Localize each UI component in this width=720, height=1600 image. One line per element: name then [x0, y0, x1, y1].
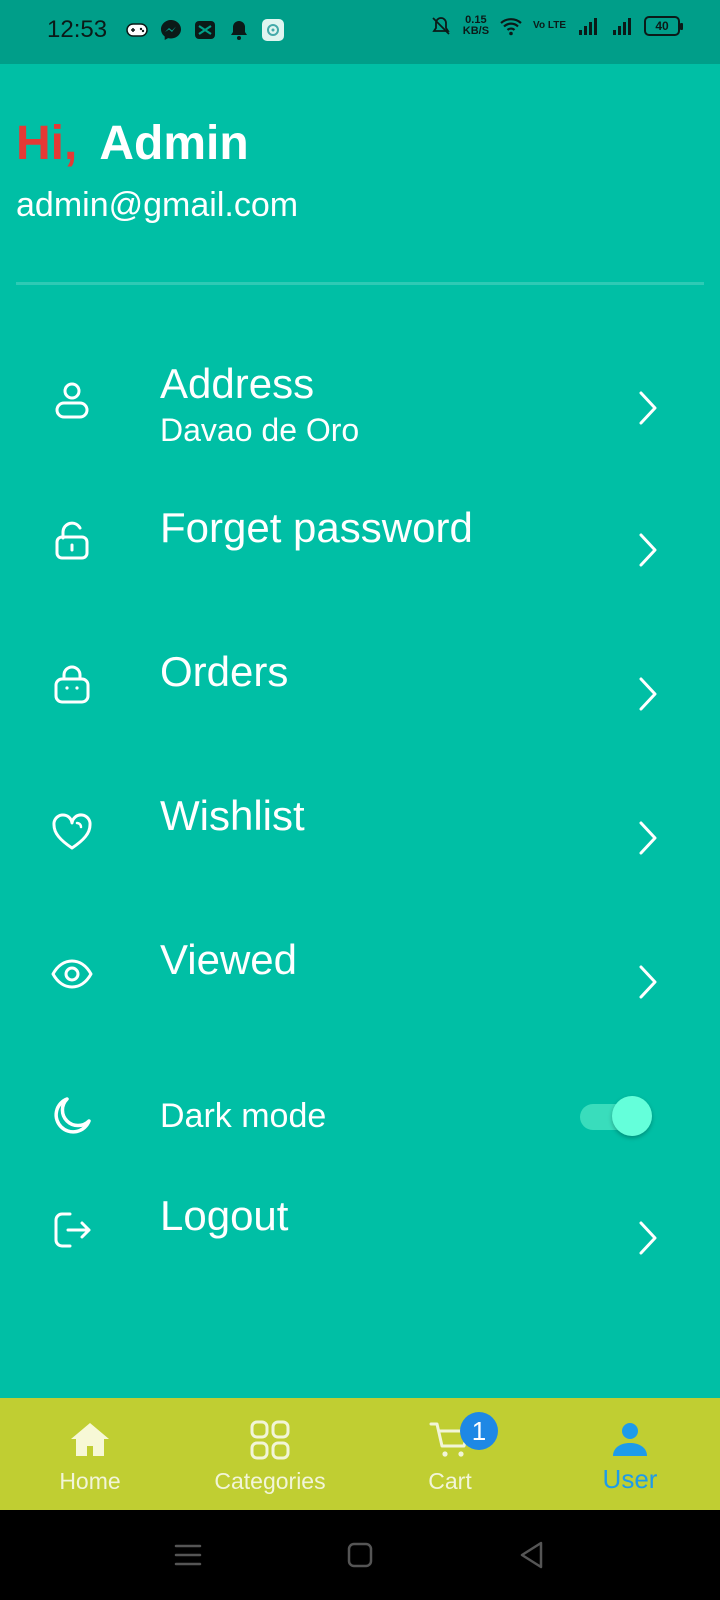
lock-icon	[50, 518, 94, 562]
nav-label: Categories	[214, 1468, 326, 1494]
menu-item-logout[interactable]: Logout	[0, 1192, 720, 1322]
network-speed-unit: KB/S	[462, 25, 490, 37]
home-icon	[68, 1418, 112, 1462]
app-icon	[261, 18, 285, 42]
signal-icon	[610, 14, 634, 38]
home-button-icon[interactable]	[342, 1537, 378, 1573]
status-bar: 12:53 0.15 KB/S Vo LTE 40	[0, 0, 720, 64]
menu-item-viewed[interactable]: Viewed	[0, 936, 720, 1066]
menu-item-orders[interactable]: Orders	[0, 648, 720, 778]
chevron-right-icon	[634, 674, 662, 714]
chevron-right-icon	[634, 530, 662, 570]
signal-icon	[576, 14, 600, 38]
back-icon[interactable]	[514, 1537, 550, 1573]
network-speed: 0.15 KB/S	[463, 15, 489, 37]
system-nav-bar	[0, 1510, 720, 1600]
chevron-right-icon	[634, 962, 662, 1002]
volte-indicator: Vo LTE	[533, 20, 566, 31]
nav-item-cart[interactable]: 1 Cart	[360, 1398, 540, 1510]
cart-badge: 1	[460, 1412, 498, 1450]
eye-icon	[50, 952, 94, 996]
capcut-icon	[193, 18, 217, 42]
greeting-hi: Hi,	[16, 117, 78, 170]
menu-item-label: Wishlist	[160, 792, 305, 839]
bell-icon	[227, 18, 251, 42]
bag-icon	[50, 662, 94, 706]
user-email: admin@gmail.com	[16, 186, 299, 224]
menu-item-address[interactable]: Address Davao de Oro	[0, 360, 720, 490]
toggle-knob[interactable]	[612, 1096, 652, 1136]
status-time: 12:53	[47, 16, 108, 43]
bell-off-icon	[429, 14, 453, 38]
menu-item-forget-password[interactable]: Forget password	[0, 504, 720, 634]
chevron-right-icon	[634, 388, 662, 428]
messenger-icon	[159, 18, 183, 42]
bottom-nav: Home Categories 1 Cart User	[0, 1398, 720, 1510]
menu-item-wishlist[interactable]: Wishlist	[0, 792, 720, 922]
menu-item-label: Orders	[160, 648, 289, 695]
categories-icon	[248, 1418, 292, 1462]
nav-item-user[interactable]: User	[540, 1398, 720, 1510]
user-name: Admin	[99, 117, 249, 170]
greeting: Hi, Admin	[16, 116, 249, 171]
notification-icons	[125, 18, 285, 42]
battery-indicator: 40	[644, 16, 683, 36]
user-icon	[50, 378, 94, 422]
chevron-right-icon	[634, 818, 662, 858]
menu-item-label: Forget password	[160, 504, 473, 551]
heart-icon	[50, 810, 94, 854]
user-icon	[608, 1418, 652, 1462]
nav-label: User	[602, 1464, 658, 1494]
game-controller-icon	[125, 18, 149, 42]
menu-item-label: Logout	[160, 1192, 289, 1239]
logout-icon	[50, 1208, 94, 1252]
menu-item-label: Viewed	[160, 936, 297, 983]
moon-icon	[50, 1094, 94, 1138]
nav-item-home[interactable]: Home	[0, 1398, 180, 1510]
nav-label: Home	[59, 1468, 121, 1494]
menu-item-label: Address	[160, 360, 315, 407]
dark-mode-label: Dark mode	[160, 1097, 327, 1135]
chevron-right-icon	[634, 1218, 662, 1258]
menu-icon[interactable]	[170, 1537, 206, 1573]
nav-label: Cart	[428, 1468, 472, 1494]
nav-item-categories[interactable]: Categories	[180, 1398, 360, 1510]
menu-item-subtitle: Davao de Oro	[160, 412, 360, 448]
system-status-icons: 0.15 KB/S Vo LTE 40	[429, 14, 683, 38]
wifi-icon	[499, 14, 523, 38]
header-divider	[16, 282, 704, 285]
